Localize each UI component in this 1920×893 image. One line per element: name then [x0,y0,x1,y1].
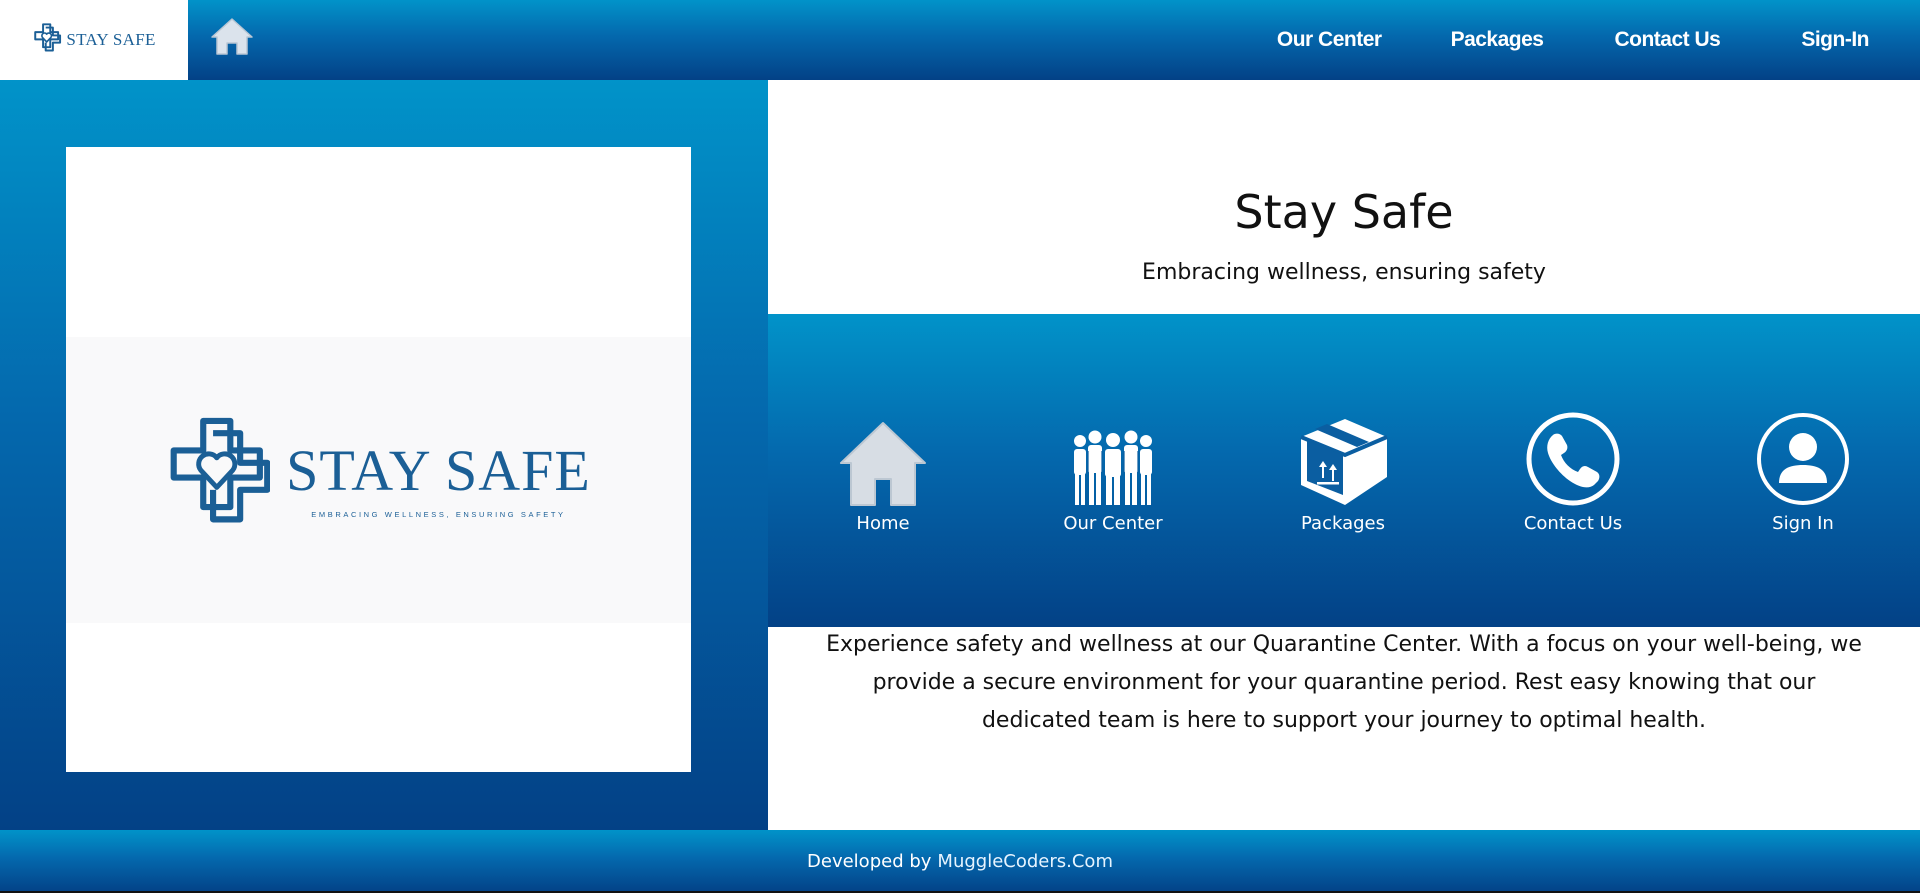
quick-link-label: Sign In [1772,513,1834,534]
quick-link-home[interactable]: Home [803,411,963,534]
developer-link[interactable]: MuggleCoders.Com [937,851,1113,872]
nav-sign-in[interactable]: Sign-In [1801,28,1869,52]
user-icon [1757,413,1849,505]
logo-card: STAY SAFE EMBRACING WELLNESS, ENSURING S… [66,147,691,772]
top-navbar: STAY SAFE Our Center Packages Contact Us… [0,0,1920,80]
quick-link-our-center[interactable]: Our Center [1033,411,1193,534]
logo-wordmark: STAY SAFE [286,437,591,503]
page-subtitle: Embracing wellness, ensuring safety [1142,260,1546,285]
home-icon [211,18,253,55]
brand-wordmark: STAY SAFE [66,30,156,49]
page-title: Stay Safe [1234,185,1454,239]
main-nav: Our Center Packages Contact Us Sign-In [1277,0,1920,80]
quick-link-label: Contact Us [1523,513,1623,534]
quick-link-sign-in[interactable]: Sign In [1723,411,1883,534]
logo-panel: STAY SAFE EMBRACING WELLNESS, ENSURING S… [0,80,768,830]
quick-links-band: Home Our Center Packages Contact Us Sign… [768,314,1920,627]
nav-packages[interactable]: Packages [1451,28,1544,52]
nav-our-center[interactable]: Our Center [1277,28,1382,52]
phone-icon [1526,412,1620,506]
quick-link-packages[interactable]: Packages [1263,411,1423,534]
cross-heart-logo-icon [170,417,271,523]
people-group-icon [1074,430,1152,505]
quick-link-label: Packages [1301,513,1385,534]
quick-link-label: Our Center [1063,513,1163,534]
logo-image: STAY SAFE EMBRACING WELLNESS, ENSURING S… [66,337,691,623]
footer-credit: Developed by [807,851,932,872]
footer: Developed by MuggleCoders.Com [0,830,1920,893]
logo-tagline: EMBRACING WELLNESS, ENSURING SAFETY [311,509,566,519]
quick-link-contact-us[interactable]: Contact Us [1493,411,1653,534]
quick-link-label: Home [856,513,910,534]
home-icon [840,422,926,506]
package-box-icon [1300,419,1388,505]
nav-contact-us[interactable]: Contact Us [1614,28,1720,52]
logo-text: STAY SAFE EMBRACING WELLNESS, ENSURING S… [286,437,591,519]
cross-heart-logo-icon [34,23,62,52]
top-home-button[interactable] [210,16,254,56]
about-description: Experience safety and wellness at our Qu… [826,632,1862,733]
brand-logo[interactable]: STAY SAFE [0,0,188,80]
